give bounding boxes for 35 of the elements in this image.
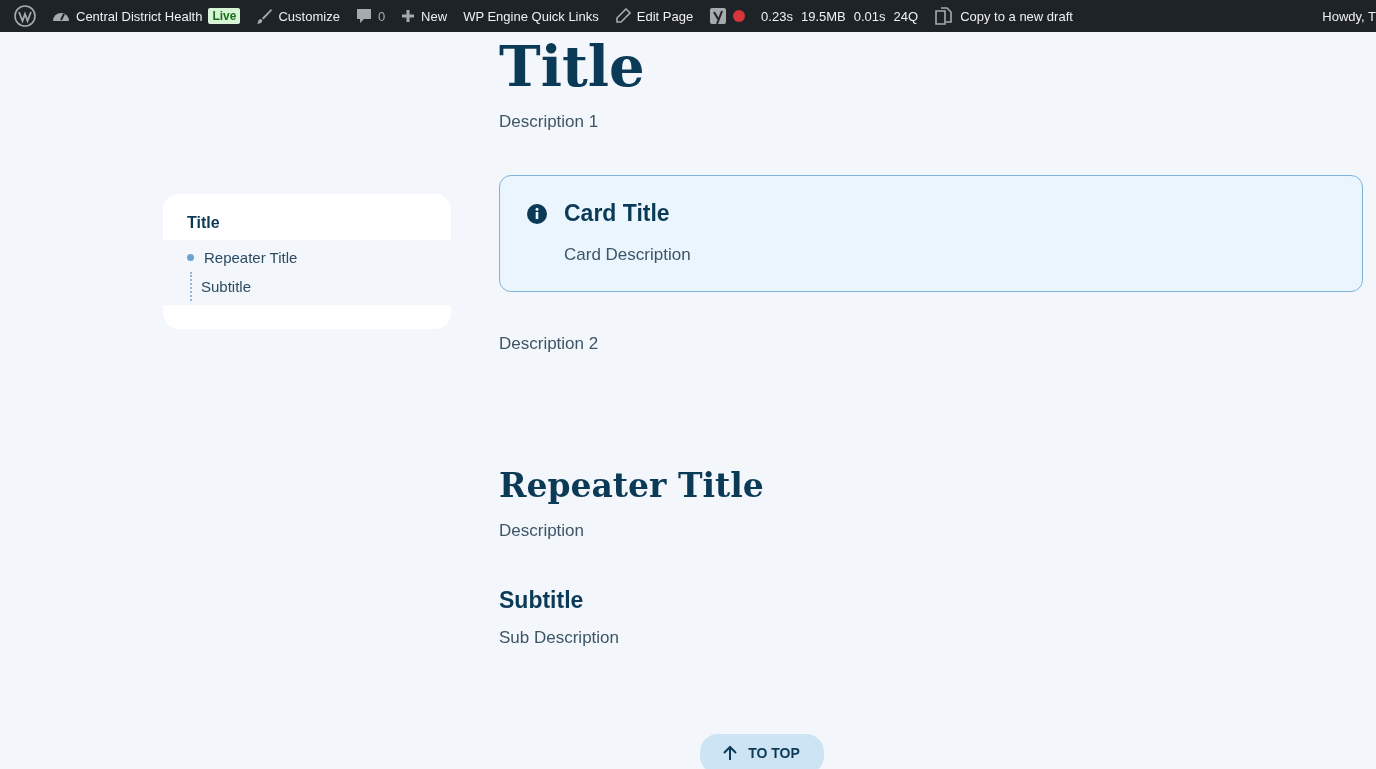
plus-icon[interactable] [401, 9, 416, 23]
query-monitor-stat[interactable]: 19.5MB [800, 8, 846, 24]
subsection-description: Sub Description [499, 628, 620, 648]
card-title: Card Title [564, 200, 670, 227]
comment-bubble-icon[interactable] [355, 8, 372, 24]
account-greeting[interactable]: Howdy, T [1322, 8, 1376, 24]
paintbrush-icon[interactable] [256, 8, 273, 24]
page-title: Title [499, 34, 645, 98]
status-dot-icon [733, 10, 746, 22]
section-heading: Repeater Title [499, 466, 765, 505]
comment-count[interactable]: 0 [377, 8, 386, 24]
customize-link[interactable]: Customize [278, 8, 340, 24]
description-text: Description 2 [499, 334, 600, 354]
active-dot-icon [187, 254, 194, 261]
description-text: Description 1 [499, 112, 600, 132]
info-icon [526, 202, 548, 225]
up-arrow-icon [722, 744, 739, 761]
edit-page-link[interactable]: Edit Page [636, 8, 694, 24]
copy-documents-icon[interactable] [934, 6, 955, 26]
site-name-link[interactable]: Central District Health [76, 8, 203, 24]
section-description: Description [499, 521, 586, 541]
query-monitor-stat[interactable]: 24Q [893, 8, 919, 24]
live-badge: Live [208, 8, 241, 24]
copy-draft-link[interactable]: Copy to a new draft [960, 8, 1073, 24]
new-link[interactable]: New [421, 8, 448, 24]
query-monitor-stat[interactable]: 0.01s [853, 8, 886, 24]
quick-links-link[interactable]: WP Engine Quick Links [463, 8, 599, 24]
pencil-icon[interactable] [614, 8, 631, 24]
toc-sublink[interactable]: Subtitle [190, 272, 451, 301]
toc-title: Title [186, 214, 221, 233]
to-top-button[interactable]: TO TOP [700, 734, 824, 769]
toc-link[interactable]: Repeater Title [163, 246, 451, 272]
subsection-heading: Subtitle [499, 587, 585, 614]
card-description: Card Description [564, 245, 692, 265]
query-monitor-stat[interactable]: 0.23s [761, 8, 793, 24]
